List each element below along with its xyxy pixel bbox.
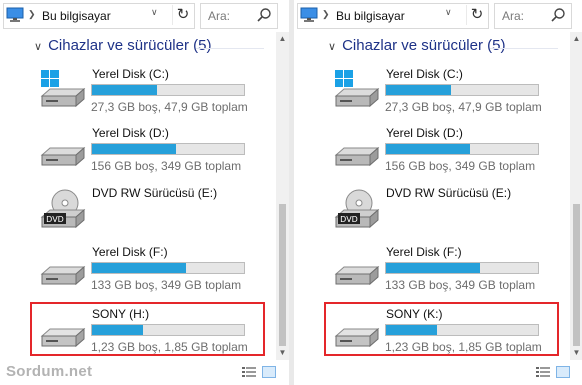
group-divider	[196, 48, 264, 49]
drive-name: Yerel Disk (F:)	[92, 245, 168, 259]
history-dropdown-icon[interactable]: ∨	[445, 7, 452, 18]
hard-drive-icon	[334, 146, 380, 167]
explorer-pane-right: ❯ Bu bilgisayar ∨ ↻ Ara: ∨ Cihazlar ve sü…	[294, 0, 582, 385]
dvd-badge: DVD	[340, 215, 358, 224]
capacity-bar	[91, 143, 245, 155]
drive-item[interactable]: Yerel Disk (F:) 133 GB boş, 349 GB topla…	[0, 244, 274, 300]
group-header[interactable]: ∨ Cihazlar ve sürücüler (5)	[328, 37, 505, 54]
group-header[interactable]: ∨ Cihazlar ve sürücüler (5)	[34, 37, 211, 54]
status-bar	[294, 360, 582, 385]
windows-drive-icon	[334, 70, 380, 108]
search-icon[interactable]	[550, 7, 566, 23]
hard-drive-icon	[40, 265, 86, 286]
search-placeholder: Ara:	[208, 9, 231, 23]
collapse-chevron-icon[interactable]: ∨	[328, 40, 336, 53]
search-placeholder: Ara:	[502, 9, 525, 23]
large-icons-view-icon[interactable]	[556, 366, 570, 378]
vertical-scrollbar[interactable]: ▲ ▼	[570, 32, 582, 360]
drive-name: DVD RW Sürücüsü (E:)	[386, 186, 512, 200]
scroll-thumb[interactable]	[279, 204, 286, 346]
capacity-fill	[386, 144, 470, 154]
address-bar[interactable]: ❯ Bu bilgisayar ∨ ↻	[3, 3, 195, 29]
capacity-fill	[92, 85, 158, 95]
group-title: Cihazlar ve sürücüler (5)	[48, 37, 212, 54]
capacity-bar	[91, 262, 245, 274]
drive-name: Yerel Disk (D:)	[92, 126, 169, 140]
highlight-box	[324, 302, 559, 356]
drive-info: 156 GB boş, 349 GB toplam	[91, 159, 242, 173]
scroll-up-icon[interactable]: ▲	[570, 32, 582, 46]
breadcrumb-location[interactable]: Bu bilgisayar	[42, 9, 111, 23]
capacity-fill	[92, 144, 176, 154]
watermark: Sordum.net	[6, 363, 93, 380]
capacity-bar	[385, 84, 539, 96]
drive-item[interactable]: DVD DVD RW Sürücüsü (E:)	[294, 185, 568, 241]
breadcrumb-location[interactable]: Bu bilgisayar	[336, 9, 405, 23]
drive-item[interactable]: Yerel Disk (F:) 133 GB boş, 349 GB topla…	[294, 244, 568, 300]
capacity-fill	[92, 263, 187, 273]
file-list: ∨ Cihazlar ve sürücüler (5) Yerel Disk (C…	[294, 32, 582, 385]
this-pc-icon	[6, 7, 24, 22]
dvd-drive-icon: DVD	[334, 189, 380, 229]
address-bar[interactable]: ❯ Bu bilgisayar ∨ ↻	[297, 3, 489, 29]
drive-info: 27,3 GB boş, 47,9 GB toplam	[91, 100, 248, 114]
breadcrumb-chevron-icon[interactable]: ❯	[322, 9, 330, 20]
hard-drive-icon	[334, 265, 380, 286]
drive-info: 133 GB boş, 349 GB toplam	[91, 278, 242, 292]
breadcrumb-chevron-icon[interactable]: ❯	[28, 9, 36, 20]
capacity-bar	[91, 84, 245, 96]
explorer-pane-left: ❯ Bu bilgisayar ∨ ↻ Ara: ∨ Cihazlar ve sü…	[0, 0, 289, 385]
group-divider	[490, 48, 558, 49]
refresh-button[interactable]: ↻	[172, 5, 193, 25]
collapse-chevron-icon[interactable]: ∨	[34, 40, 42, 53]
drive-name: Yerel Disk (F:)	[386, 245, 462, 259]
drive-info: 133 GB boş, 349 GB toplam	[385, 278, 536, 292]
capacity-bar	[385, 143, 539, 155]
details-view-icon[interactable]	[242, 366, 256, 378]
hard-drive-icon	[40, 146, 86, 167]
drive-name: Yerel Disk (C:)	[386, 67, 463, 81]
group-title: Cihazlar ve sürücüler (5)	[342, 37, 506, 54]
scroll-up-icon[interactable]: ▲	[276, 32, 289, 46]
dvd-drive-icon: DVD	[40, 189, 86, 229]
drive-info: 27,3 GB boş, 47,9 GB toplam	[385, 100, 542, 114]
drive-name: Yerel Disk (C:)	[92, 67, 169, 81]
details-view-icon[interactable]	[536, 366, 550, 378]
vertical-scrollbar[interactable]: ▲ ▼	[276, 32, 289, 360]
scroll-down-icon[interactable]: ▼	[570, 346, 582, 360]
search-icon[interactable]	[256, 7, 272, 23]
dvd-badge: DVD	[46, 215, 64, 224]
windows-drive-icon	[40, 70, 86, 108]
drive-name: Yerel Disk (D:)	[386, 126, 463, 140]
this-pc-icon	[300, 7, 318, 22]
scroll-down-icon[interactable]: ▼	[276, 346, 289, 360]
capacity-bar	[385, 262, 539, 274]
history-dropdown-icon[interactable]: ∨	[151, 7, 158, 18]
highlight-box	[30, 302, 265, 356]
drive-item[interactable]: Yerel Disk (C:) 27,3 GB boş, 47,9 GB top…	[294, 66, 568, 122]
search-box[interactable]: Ara:	[494, 3, 572, 29]
search-box[interactable]: Ara:	[200, 3, 278, 29]
drive-info: 156 GB boş, 349 GB toplam	[385, 159, 536, 173]
drive-item[interactable]: Yerel Disk (D:) 156 GB boş, 349 GB topla…	[0, 125, 274, 181]
capacity-fill	[386, 85, 452, 95]
scroll-thumb[interactable]	[573, 204, 580, 346]
drive-item[interactable]: Yerel Disk (C:) 27,3 GB boş, 47,9 GB top…	[0, 66, 274, 122]
capacity-fill	[386, 263, 481, 273]
large-icons-view-icon[interactable]	[262, 366, 276, 378]
drive-item[interactable]: DVD DVD RW Sürücüsü (E:)	[0, 185, 274, 241]
refresh-button[interactable]: ↻	[466, 5, 487, 25]
drive-item[interactable]: Yerel Disk (D:) 156 GB boş, 349 GB topla…	[294, 125, 568, 181]
drive-name: DVD RW Sürücüsü (E:)	[92, 186, 218, 200]
file-list: ∨ Cihazlar ve sürücüler (5) Yerel Disk (C…	[0, 32, 289, 385]
